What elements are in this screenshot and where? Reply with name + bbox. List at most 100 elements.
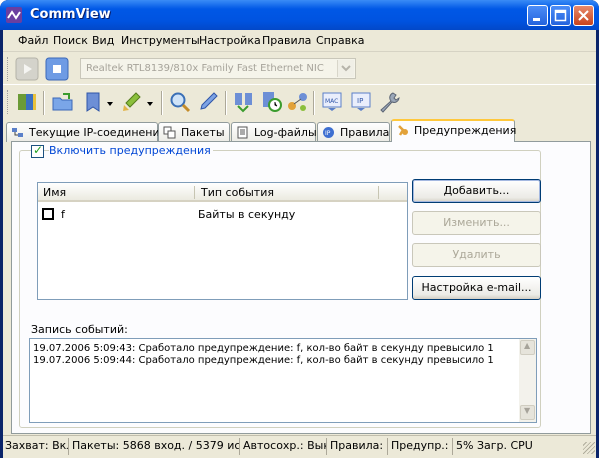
status-autosave: Автосохр.: Вык. [241,438,327,455]
checkmark-icon: ✓ [33,143,44,157]
status-bar: Захват: Вкл Пакеты: 5868 вход. / 5379 ис… [3,435,596,455]
packet-generator-button[interactable] [232,90,256,114]
alerts-panel: ✓ Включить предупреждения Имя Тип событи… [11,141,591,434]
clear-dropdown-button[interactable] [146,98,154,106]
stop-capture-button[interactable] [45,57,69,81]
capture-toolbar: Realtek RTL8139/810x Family Fast Etherne… [3,53,596,85]
scheduler-button[interactable] [260,90,284,114]
menu-bar: Файл Поиск Вид Инструменты Настройка Пра… [3,30,596,52]
delete-button[interactable]: Удалить [412,243,541,267]
adapter-value: Realtek RTL8139/810x Family Fast Etherne… [86,63,324,74]
network-stack-icon [235,93,252,113]
log-icon [237,126,248,139]
molecule-icon [288,93,307,111]
clear-button[interactable] [120,90,144,114]
chevron-down-icon [341,65,351,72]
play-icon [15,57,39,81]
status-packets: Пакеты: 5868 вход. / 5379 исход [70,438,240,455]
log-line: 19.07.2006 5:09:44: Сработало предупрежд… [33,355,494,366]
commview-app-icon [6,7,22,23]
statistics-button[interactable] [286,90,310,114]
dropdown-arrow-icon [107,102,113,106]
column-name[interactable]: Имя [43,186,66,199]
alerts-icon [398,125,408,136]
folder-icon [52,93,73,111]
client-area: Файл Поиск Вид Инструменты Настройка Пра… [3,30,596,458]
toolbar-separator [43,91,45,115]
menu-file[interactable]: Файл [18,34,48,47]
enable-alerts-label[interactable]: Включить предупреждения [49,144,213,157]
search-icon [170,92,191,113]
tab-rules[interactable]: IP Правила [317,122,390,142]
column-divider[interactable] [194,186,195,199]
toolbar-grip[interactable] [7,90,10,114]
column-event-type[interactable]: Тип события [201,186,274,199]
tab-packets[interactable]: Пакеты [158,122,230,142]
save-button[interactable] [81,90,105,114]
chevron-up-icon: ▲ [524,341,531,350]
mac-icon-text: MAC [325,98,338,105]
tab-log-files[interactable]: Log-файлы [231,122,317,142]
menu-help[interactable]: Справка [316,34,364,47]
log-line: 19.07.2006 5:09:43: Сработало предупрежд… [33,343,494,354]
column-divider[interactable] [378,186,379,199]
tab-alerts[interactable]: Предупреждения [391,119,516,142]
title-bar[interactable]: CommView [0,0,599,30]
book-icon [18,94,36,110]
close-button[interactable] [573,5,594,26]
search-button[interactable] [168,90,192,114]
resize-grip[interactable] [583,442,595,454]
adapter-select[interactable]: Realtek RTL8139/810x Family Fast Etherne… [80,58,356,79]
app-window: CommView Файл Поиск Вид Инструменты Наст… [0,0,599,458]
ip-address-icon: IP [351,92,371,111]
enable-alerts-checkbox[interactable]: ✓ [31,143,44,158]
toolbar-grip[interactable] [7,57,10,81]
scroll-down-button[interactable]: ▼ [520,405,535,420]
event-log-label: Запись событий: [31,323,128,336]
ip-icon-text: IP [357,97,363,105]
alert-row-checkbox[interactable] [42,208,54,220]
packets-icon [163,126,176,139]
start-capture-button[interactable] [15,57,39,81]
toolbar-separator [161,91,163,115]
mac-address-icon: MAC [322,92,342,111]
save-dropdown-button[interactable] [106,98,114,106]
alerts-list[interactable]: Имя Тип события f Байты в секунду [37,182,408,300]
mac-aliases-button[interactable]: MAC [320,90,344,114]
maximize-button[interactable] [550,5,571,26]
alert-row-name[interactable]: f [61,208,65,221]
menu-search[interactable]: Поиск [53,34,88,47]
minimize-button[interactable] [527,5,548,26]
network-icon [12,128,23,137]
status-rules: Правила: 3 [328,438,388,455]
scroll-up-button[interactable]: ▲ [520,340,535,355]
save-icon [86,92,100,112]
broom-icon [123,92,141,111]
stop-icon [45,57,69,81]
status-cpu: 5% Загр. CPU [456,439,532,452]
add-button[interactable]: Добавить... [412,179,541,203]
status-capture: Захват: Вкл [3,438,69,455]
open-folder-button[interactable] [51,90,75,114]
ip-aliases-button[interactable]: IP [349,90,373,114]
maximize-icon [554,9,567,22]
menu-view[interactable]: Вид [92,34,114,47]
email-settings-button[interactable]: Настройка e-mail... [412,276,541,300]
edit-button[interactable]: Изменить... [412,211,541,235]
adapter-dropdown-button[interactable] [337,60,354,77]
options-button[interactable] [377,90,401,114]
event-log[interactable]: 19.07.2006 5:09:43: Сработало предупрежд… [29,338,537,423]
alert-row-type[interactable]: Байты в секунду [198,208,295,221]
menu-tools[interactable]: Инструменты [121,34,200,47]
menu-rules[interactable]: Правила [262,34,311,47]
open-button[interactable] [15,90,39,114]
menu-settings[interactable]: Настройка [199,34,261,47]
toolbar-separator [225,91,227,115]
chevron-down-icon: ▼ [524,406,531,415]
svg-text:IP: IP [325,130,331,137]
log-scrollbar[interactable]: ▲ ▼ [519,339,536,422]
pen-icon [200,92,218,110]
window-title: CommView [30,7,111,22]
tab-ip-connections[interactable]: Текущие IP-соединения [6,122,166,142]
decode-button[interactable] [196,90,220,114]
